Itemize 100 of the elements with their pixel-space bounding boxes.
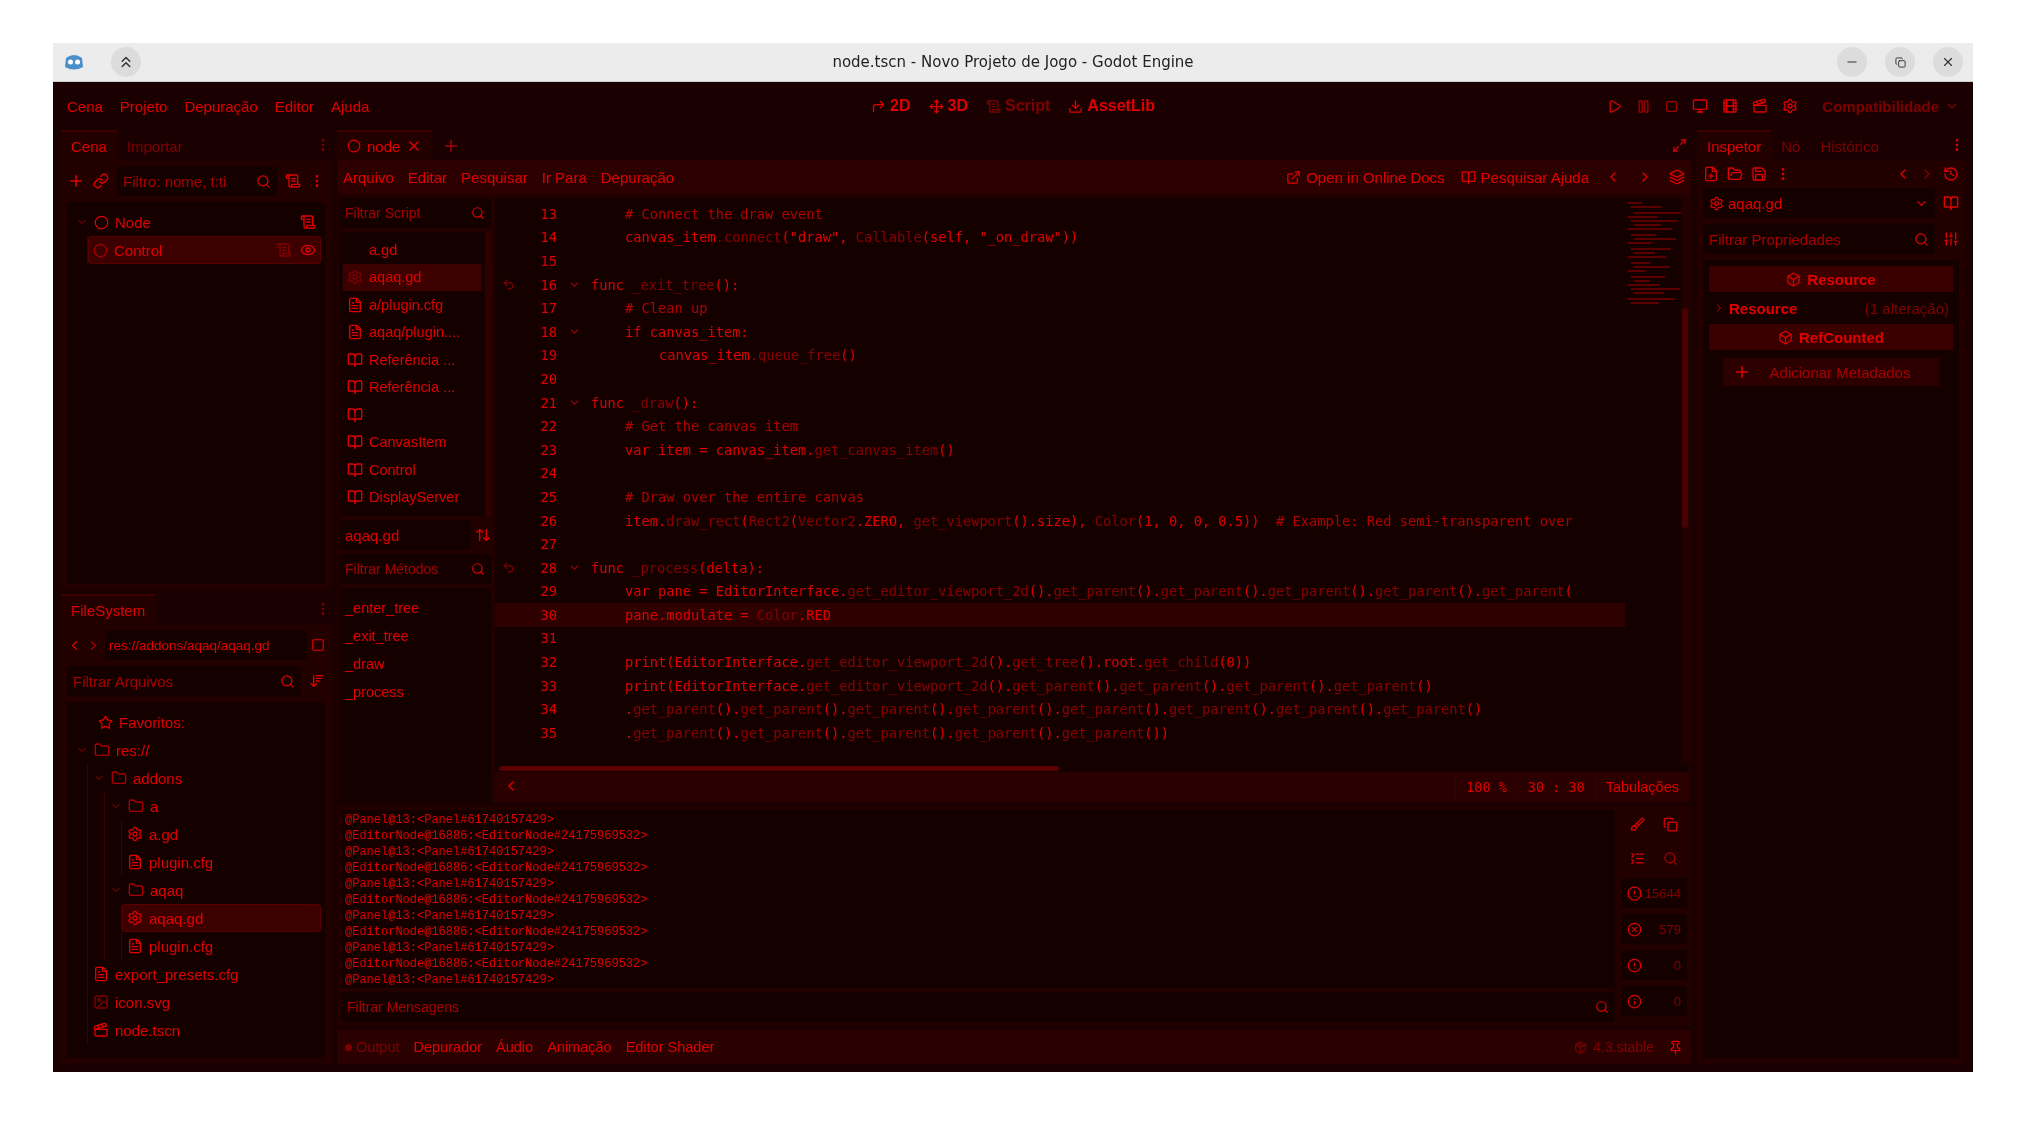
script-list-item[interactable]: aqaq/plugin....: [343, 318, 481, 346]
keep-above-button[interactable]: [111, 47, 141, 77]
help-link[interactable]: Pesquisar Ajuda: [1460, 168, 1589, 186]
pin-icon[interactable]: [1668, 1039, 1683, 1055]
film-icon[interactable]: [1722, 98, 1739, 114]
save-icon[interactable]: [1751, 166, 1767, 182]
search-icon[interactable]: [471, 562, 485, 576]
new-file-icon[interactable]: [1703, 166, 1719, 182]
script-list-item[interactable]: Control: [343, 456, 481, 484]
script-list-item[interactable]: a.gd: [343, 236, 481, 264]
property-filter-field[interactable]: Filtrar Propriedades: [1703, 224, 1935, 254]
file-tree-item[interactable]: plugin.cfg: [122, 848, 321, 876]
script-icon[interactable]: [300, 214, 316, 230]
dock-tab[interactable]: FileSystem: [61, 594, 156, 624]
bottom-panel-tab[interactable]: Áudio: [496, 1039, 534, 1055]
play-icon[interactable]: [1607, 98, 1623, 114]
method-item[interactable]: _exit_tree: [345, 622, 485, 650]
filter-field[interactable]: Filtrar Arquivos: [67, 666, 301, 696]
file-tree-item[interactable]: aqaq.gd: [122, 904, 321, 932]
menu-item[interactable]: Depuração: [600, 168, 675, 186]
stop-icon[interactable]: [1665, 99, 1679, 113]
filter-input[interactable]: Filtrar Arquivos: [73, 672, 276, 690]
history-icon[interactable]: [1943, 166, 1959, 182]
file-tree-item[interactable]: a.gd: [122, 820, 321, 848]
script-list-item[interactable]: Referência ...: [343, 346, 481, 374]
scene-tree-item[interactable]: Control: [88, 236, 321, 264]
scrollbar-thumb[interactable]: [1682, 308, 1688, 528]
bottom-panel-tab[interactable]: Depurador: [413, 1039, 483, 1055]
menu-item[interactable]: Ajuda: [330, 97, 370, 115]
file-tree-item[interactable]: plugin.cfg: [122, 932, 321, 960]
folder-icon[interactable]: [1727, 166, 1743, 182]
favorites-item[interactable]: Favoritos:: [71, 708, 321, 736]
file-tree-item[interactable]: aqaq: [105, 876, 321, 904]
workspace-tab[interactable]: AssetLib: [1068, 97, 1155, 115]
file-tree-item[interactable]: a: [105, 792, 321, 820]
file-tree-item[interactable]: export_presets.cfg: [88, 960, 321, 988]
script-icon[interactable]: [285, 173, 301, 189]
method-filter-field[interactable]: Filtrar Métodos: [339, 554, 491, 584]
filter-input[interactable]: Filtrar Mensagens: [347, 999, 1591, 1015]
resource-selector[interactable]: aqaq.gd: [1703, 188, 1935, 218]
sort-icon[interactable]: [309, 673, 325, 689]
file-tree-item[interactable]: res://: [71, 736, 321, 764]
script-filter-field[interactable]: Filtrar Script: [339, 198, 491, 228]
search-icon[interactable]: [1595, 1000, 1609, 1014]
bottom-panel-tab[interactable]: Editor Shader: [625, 1039, 715, 1055]
search-icon[interactable]: [256, 173, 271, 189]
monitor-icon[interactable]: [1692, 98, 1709, 114]
message-filter-field[interactable]: Filtrar Mensagens: [341, 992, 1615, 1022]
search-icon[interactable]: [280, 673, 295, 689]
settings-icon[interactable]: [1943, 231, 1959, 247]
brush-icon[interactable]: [1630, 816, 1645, 832]
menu-item[interactable]: Editor: [274, 97, 314, 115]
split-view-icon[interactable]: [311, 638, 325, 652]
scene-tab[interactable]: node: [337, 130, 433, 160]
filter-input[interactable]: Filtrar Script: [345, 205, 467, 221]
gear-icon[interactable]: [1782, 98, 1799, 114]
doc-search-icon[interactable]: [1943, 195, 1959, 211]
dock-tab[interactable]: Inspetor: [1697, 130, 1772, 160]
sort-icon[interactable]: [475, 527, 491, 543]
scrollbar-thumb[interactable]: [499, 766, 1059, 771]
search-icon[interactable]: [471, 206, 485, 220]
script-list-item[interactable]: DisplayServer: [343, 483, 481, 511]
bottom-panel-tab[interactable]: Animação: [547, 1039, 612, 1055]
menu-item[interactable]: Cena: [67, 97, 103, 115]
workspace-tab[interactable]: 2D: [871, 97, 911, 115]
panel-toggle-icon[interactable]: [1669, 169, 1685, 185]
collapse-icon[interactable]: [1630, 850, 1645, 866]
menu-item[interactable]: Projeto: [119, 97, 168, 115]
search-icon[interactable]: [1663, 850, 1678, 866]
menu-item[interactable]: Ir Para: [541, 168, 587, 186]
indent-mode[interactable]: Tabulações: [1594, 772, 1689, 802]
file-tree-item[interactable]: node.tscn: [88, 1016, 321, 1044]
property-group[interactable]: Resource (1 alteração): [1709, 296, 1953, 320]
close-button[interactable]: [1933, 47, 1963, 77]
add-metadata-button[interactable]: Adicionar Metadados: [1723, 358, 1939, 386]
dock-tab[interactable]: Cena: [61, 130, 117, 160]
filter-input[interactable]: Filtrar Propriedades: [1709, 230, 1910, 248]
script-list-item[interactable]: Referência ...: [343, 373, 481, 401]
filter-input[interactable]: Filtrar Métodos: [345, 561, 467, 577]
file-tree-item[interactable]: addons: [88, 764, 321, 792]
zoom-level[interactable]: 100 %: [1455, 772, 1517, 802]
filter-input[interactable]: Filtro: nome, t:ti: [123, 172, 252, 190]
file-tree-item[interactable]: icon.svg: [88, 988, 321, 1016]
menu-item[interactable]: Arquivo: [343, 168, 394, 186]
script-list-item[interactable]: CanvasItem: [343, 428, 481, 456]
search-icon[interactable]: [1914, 231, 1929, 247]
method-item[interactable]: _process: [345, 678, 485, 706]
eye-icon[interactable]: [300, 242, 316, 258]
help-link[interactable]: Open in Online Docs: [1286, 168, 1445, 186]
scene-tree-item[interactable]: Node: [71, 208, 321, 236]
script-list-item[interactable]: aqaq.gd: [343, 263, 481, 291]
pause-icon[interactable]: [1636, 98, 1652, 114]
menu-item[interactable]: Pesquisar: [461, 168, 528, 186]
add-icon[interactable]: [67, 172, 85, 190]
expand-icon[interactable]: [1672, 137, 1687, 153]
method-item[interactable]: _enter_tree: [345, 594, 485, 622]
menu-item[interactable]: Editar: [407, 168, 448, 186]
clapperboard-icon[interactable]: [1752, 98, 1769, 114]
workspace-tab[interactable]: 3D: [928, 97, 968, 115]
link-icon[interactable]: [93, 173, 109, 189]
